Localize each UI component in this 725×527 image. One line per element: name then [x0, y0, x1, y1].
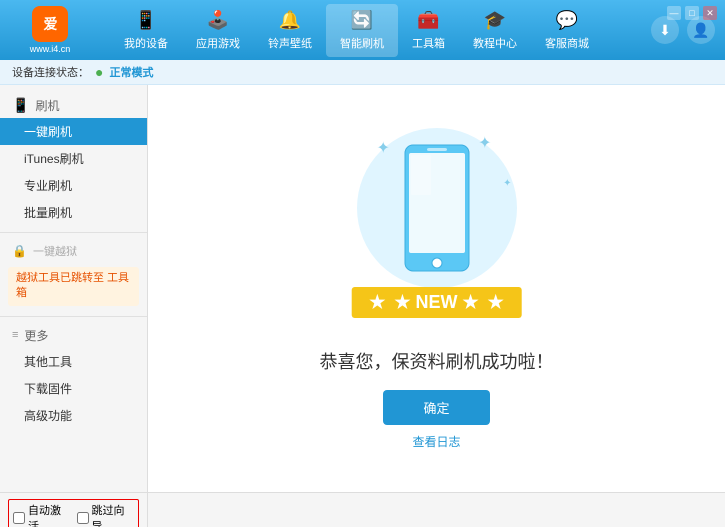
sidebar-item-pro-flash[interactable]: 专业刷机 — [0, 172, 147, 199]
flash-section-icon: 📱 — [12, 97, 29, 114]
sparkle-icon-2: ✦ — [478, 133, 491, 153]
sidebar-jailbreak-disabled: 🔒 一键越狱 — [0, 239, 147, 263]
tutorial-icon: 🎓 — [484, 10, 506, 31]
nav-ringtone-label: 铃声壁纸 — [268, 35, 312, 51]
sidebar-item-itunes-flash[interactable]: iTunes刷机 — [0, 145, 147, 172]
sidebar-flash-header: 📱 刷机 — [0, 93, 147, 118]
my-device-icon: 📱 — [135, 10, 157, 31]
star-icon-left: ★ — [369, 292, 385, 312]
device-checkbox-row: 自动激活 跳过向导 — [8, 499, 139, 527]
logo-subtitle: www.i4.cn — [30, 44, 71, 54]
phone-illustration: ✦ ✦ ✦ ★ — [347, 128, 527, 328]
sidebar-more-header: ≡ 更多 — [0, 323, 147, 348]
success-text: 恭喜您，保资料刷机成功啦！ — [320, 348, 554, 374]
nav-items: 📱 我的设备 🕹️ 应用游戏 🔔 铃声壁纸 🔄 智能刷机 🧰 工具箱 — [110, 4, 651, 57]
confirm-button[interactable]: 确定 — [383, 390, 489, 425]
window-controls: — □ ✕ — [667, 6, 717, 20]
status-label: 设备连接状态： — [12, 64, 89, 80]
sidebar-divider-2 — [0, 316, 147, 317]
logo-area: 爱 www.i4.cn — [10, 6, 90, 54]
close-button[interactable]: ✕ — [703, 6, 717, 20]
sidebar: 📱 刷机 一键刷机 iTunes刷机 专业刷机 批量刷机 — [0, 85, 148, 492]
guide-label[interactable]: 跳过向导 — [77, 502, 135, 527]
log-link[interactable]: 查看日志 — [412, 433, 460, 450]
nav-apps-games-label: 应用游戏 — [196, 35, 240, 51]
bottom-panel: 自动激活 跳过向导 📱 iPhone 15 Pro Max 512GB iPho… — [0, 492, 725, 527]
nav-service-label: 客服商城 — [545, 35, 589, 51]
download-button[interactable]: ⬇ — [651, 16, 679, 44]
smart-flash-icon: 🔄 — [351, 10, 373, 31]
logo-icon: 爱 — [32, 6, 68, 42]
sidebar-divider-1 — [0, 232, 147, 233]
nav-my-device[interactable]: 📱 我的设备 — [110, 4, 182, 57]
minimize-button[interactable]: — — [667, 6, 681, 20]
user-button[interactable]: 👤 — [687, 16, 715, 44]
toolbox-icon: 🧰 — [417, 10, 439, 31]
nav-toolbox[interactable]: 🧰 工具箱 — [398, 4, 459, 57]
header: 爱 www.i4.cn 📱 我的设备 🕹️ 应用游戏 🔔 铃声壁纸 🔄 智能 — [0, 0, 725, 60]
phone-svg — [397, 143, 477, 283]
status-bar: 设备连接状态： ● 正常模式 — [0, 60, 725, 85]
nav-service[interactable]: 💬 客服商城 — [531, 4, 603, 57]
ringtone-icon: 🔔 — [279, 10, 301, 31]
sidebar-notice: 越狱工具已跳转至 工具箱 — [8, 267, 139, 306]
nav-tutorial-label: 教程中心 — [473, 35, 517, 51]
sparkle-icon-3: ✦ — [503, 178, 511, 189]
auto-activate-checkbox[interactable] — [13, 512, 25, 524]
nav-smart-flash-label: 智能刷机 — [340, 35, 384, 51]
sparkle-icon-1: ✦ — [377, 138, 390, 158]
sidebar-item-batch-flash[interactable]: 批量刷机 — [0, 199, 147, 226]
status-value: 正常模式 — [109, 64, 153, 80]
new-badge: ★ ★ NEW ★ ★ — [351, 287, 522, 318]
maximize-button[interactable]: □ — [685, 6, 699, 20]
bottom-status-bar: V7.98.66 客服 微信公众号 检查更新 — [148, 493, 725, 527]
main-layout: 📱 刷机 一键刷机 iTunes刷机 专业刷机 批量刷机 — [0, 85, 725, 492]
nav-apps-games[interactable]: 🕹️ 应用游戏 — [182, 4, 254, 57]
apps-games-icon: 🕹️ — [207, 10, 229, 31]
content-area: ✦ ✦ ✦ ★ — [148, 85, 725, 492]
sidebar-item-advanced[interactable]: 高级功能 — [0, 402, 147, 429]
sidebar-item-other-tools[interactable]: 其他工具 — [0, 348, 147, 375]
star-icon-right: ★ — [488, 292, 504, 312]
guide-checkbox[interactable] — [77, 512, 89, 524]
status-dot: ● — [95, 64, 103, 80]
sidebar-item-download-firmware[interactable]: 下载固件 — [0, 375, 147, 402]
more-section-icon: ≡ — [12, 329, 18, 341]
nav-toolbox-label: 工具箱 — [412, 35, 445, 51]
header-right: ⬇ 👤 — [651, 16, 715, 44]
device-panel: 自动激活 跳过向导 📱 iPhone 15 Pro Max 512GB iPho… — [0, 493, 148, 527]
service-icon: 💬 — [556, 10, 578, 31]
nav-smart-flash[interactable]: 🔄 智能刷机 — [326, 4, 398, 57]
nav-tutorial[interactable]: 🎓 教程中心 — [459, 4, 531, 57]
lock-icon: 🔒 — [12, 244, 27, 258]
sidebar-flash-label: 刷机 — [35, 97, 59, 114]
nav-my-device-label: 我的设备 — [124, 35, 168, 51]
sidebar-item-one-click-flash[interactable]: 一键刷机 — [0, 118, 147, 145]
auto-activate-label[interactable]: 自动激活 — [13, 502, 71, 527]
nav-ringtone[interactable]: 🔔 铃声壁纸 — [254, 4, 326, 57]
